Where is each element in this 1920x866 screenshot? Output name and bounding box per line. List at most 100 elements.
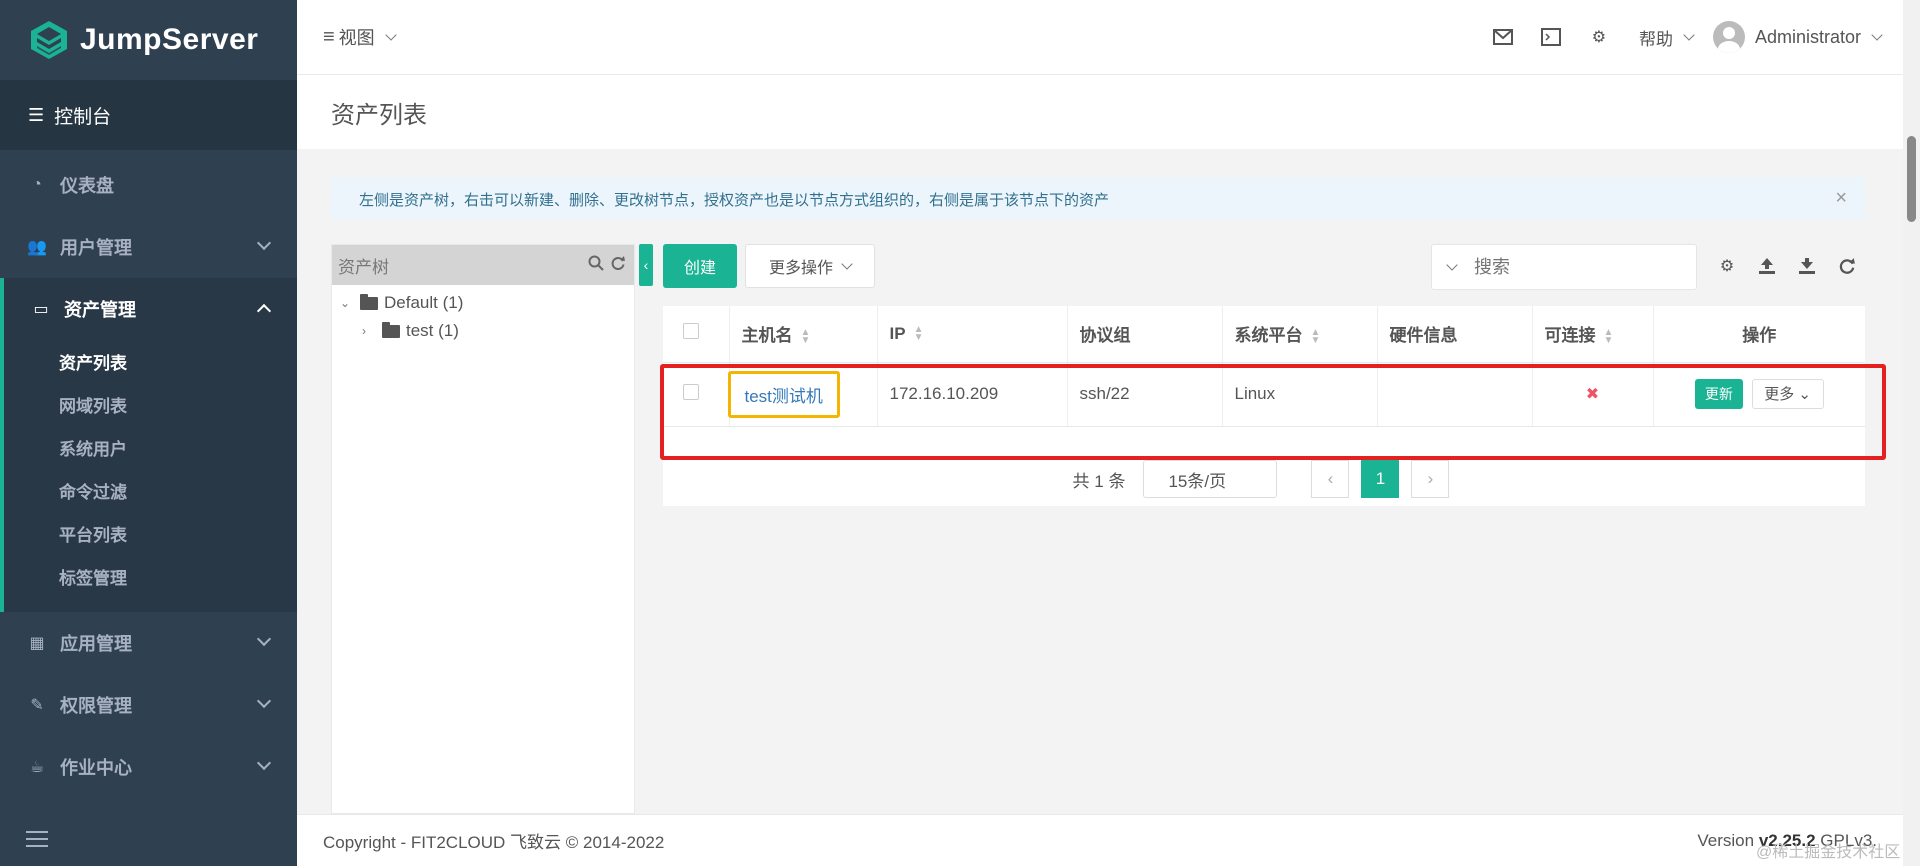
gear-icon[interactable]: ⚙ [1588,26,1610,48]
hostname-cell: test测试机 [727,362,878,427]
edit-icon: ✎ [30,697,44,714]
sidebar-item-permissions[interactable]: ✎ 权限管理 [0,674,297,736]
jumpserver-logo-icon [31,21,67,59]
column-header-platform[interactable]: 系统平台 ▲ ▼ [1222,306,1378,363]
sidebar-subitem-domain-list[interactable]: 网域列表 [4,383,297,426]
avatar[interactable] [1712,21,1745,53]
row-more-dropdown[interactable]: 更多 ⌄ [1751,378,1824,409]
download-icon[interactable] [1795,254,1819,278]
tree-node-test[interactable]: › test (1) [332,317,634,345]
next-page-button[interactable]: › [1411,460,1450,498]
prev-page-button[interactable]: ‹ [1311,460,1350,498]
main-content: 左侧是资产树，右击可以新建、删除、更改树节点，授权资产也是以节点方式组织的，右侧… [297,149,1903,814]
sidebar-subitem-label-management[interactable]: 标签管理 [4,555,297,598]
chevron-down-icon[interactable] [1446,259,1458,271]
tree-title: 资产树 [338,257,389,277]
sort-icon[interactable]: ▲ ▼ [1311,327,1321,345]
page-number-button[interactable]: 1 [1361,460,1400,498]
sidebar-subitem-asset-list[interactable]: 资产列表 [4,340,297,383]
mail-icon[interactable] [1492,26,1514,48]
settings-icon[interactable]: ⚙ [1715,254,1739,278]
sidebar-subitems: 资产列表 网域列表 系统用户 命令过滤 平台列表 标签管理 [4,340,297,612]
chevron-down-icon [1683,29,1695,41]
page-size-select[interactable]: 15条/页 [1143,460,1278,498]
protocols-cell: ssh/22 [1067,362,1223,427]
column-label: 协议组 [1079,326,1131,346]
watermark: @稀土掘金技术社区 [1756,844,1901,861]
column-label: 系统平台 [1234,326,1303,346]
chevron-down-icon[interactable]: ⌄ [340,296,352,310]
sort-icon[interactable]: ▲ ▼ [1604,327,1614,345]
total-count: 共 1 条 [1072,471,1126,491]
grid-icon: ▦ [29,635,45,652]
alert-text: 左侧是资产树，右击可以新建、删除、更改树节点，授权资产也是以节点方式组织的，右侧… [359,191,1110,209]
chevron-down-icon: ⌄ [1798,386,1811,404]
update-button[interactable]: 更新 [1694,379,1743,410]
help-dropdown[interactable]: 帮助 [1638,25,1695,50]
sidebar-item-jobs[interactable]: ☕ 作业中心 [0,736,297,798]
chevron-right-icon[interactable]: › [362,324,374,338]
dashboard-icon: ◔ [32,176,42,193]
tree-node-default[interactable]: ⌄ Default (1) [332,289,634,317]
tree-tools [588,255,626,271]
sidebar-subitem-system-users[interactable]: 系统用户 [4,426,297,469]
copyright-text: Copyright - FIT2CLOUD 飞致云 © 2014-2022 [323,833,665,852]
sidebar-subitem-command-filter[interactable]: 命令过滤 [4,469,297,512]
page-scrollbar[interactable] [1903,0,1920,866]
logo[interactable]: JumpServer [0,0,297,80]
column-label: 主机名 [741,326,793,346]
select-all-checkbox[interactable] [683,323,699,340]
view-label: 视图 [338,28,375,48]
sort-icon[interactable]: ▲ ▼ [801,327,811,345]
sidebar-item-label: 资产管理 [64,300,136,320]
sidebar-item-assets[interactable]: ▭ 资产管理 [4,278,297,340]
row-more-label: 更多 [1764,386,1795,404]
scrollbar-thumb[interactable] [1907,136,1916,222]
help-label: 帮助 [1638,29,1673,49]
sidebar-item-label: 应用管理 [60,634,132,654]
refresh-icon[interactable] [1835,254,1859,278]
folder-icon [382,321,400,338]
ip-cell: 172.16.10.209 [877,362,1068,427]
search-input[interactable] [1474,256,1654,278]
column-header-actions: 操作 [1653,306,1865,363]
console-link[interactable]: ☰ 控制台 [0,80,297,150]
terminal-icon[interactable] [1540,26,1562,48]
column-label: 硬件信息 [1389,326,1458,346]
refresh-icon[interactable] [610,255,626,271]
top-navbar: ≡ 视图 ⚙ 帮助 Administrator [297,0,1903,75]
sidebar-item-users[interactable]: 👥 用户管理 [0,216,297,278]
column-header-hostname[interactable]: 主机名 ▲ ▼ [729,306,878,363]
page-footer: Copyright - FIT2CLOUD 飞致云 © 2014-2022 Ve… [297,814,1903,866]
column-header-connectable[interactable]: 可连接 ▲ ▼ [1532,306,1654,363]
sliders-icon: ☰ [28,104,45,125]
hostname-link[interactable]: test测试机 [727,370,840,418]
column-label: IP [889,323,906,343]
users-icon: 👥 [27,239,47,256]
sidebar-item-label: 用户管理 [60,238,132,258]
row-select-cell [663,362,730,427]
sidebar-subitem-platform-list[interactable]: 平台列表 [4,512,297,555]
sidebar-item-applications[interactable]: ▦ 应用管理 [0,612,297,674]
sidebar-collapse-toggle[interactable] [0,812,297,866]
view-dropdown[interactable]: ≡ 视图 [297,24,397,50]
more-actions-dropdown[interactable]: 更多操作 [745,244,875,288]
coffee-icon: ☕ [29,759,45,776]
user-menu[interactable]: Administrator [1755,27,1883,48]
close-icon[interactable]: × [1835,187,1847,210]
upload-icon[interactable] [1755,254,1779,278]
pagination: 共 1 条 15条/页 ‹ 1 › [663,454,1865,504]
column-header-hardware: 硬件信息 [1377,306,1533,363]
chevron-up-icon [256,303,272,319]
tree-collapse-toggle[interactable]: ‹ [639,244,653,286]
sidebar-item-dashboard[interactable]: ◔ 仪表盘 [0,154,297,216]
select-all-cell [663,306,730,363]
search-icon[interactable] [588,255,604,271]
search-box[interactable] [1431,244,1697,290]
tree-node-label: test (1) [406,321,459,340]
create-button[interactable]: 创建 [663,244,737,288]
row-checkbox[interactable] [683,383,699,400]
column-header-ip[interactable]: IP ▲ ▼ [877,306,1068,363]
chevron-down-icon [1871,29,1883,41]
sort-icon[interactable]: ▲ ▼ [914,325,924,343]
